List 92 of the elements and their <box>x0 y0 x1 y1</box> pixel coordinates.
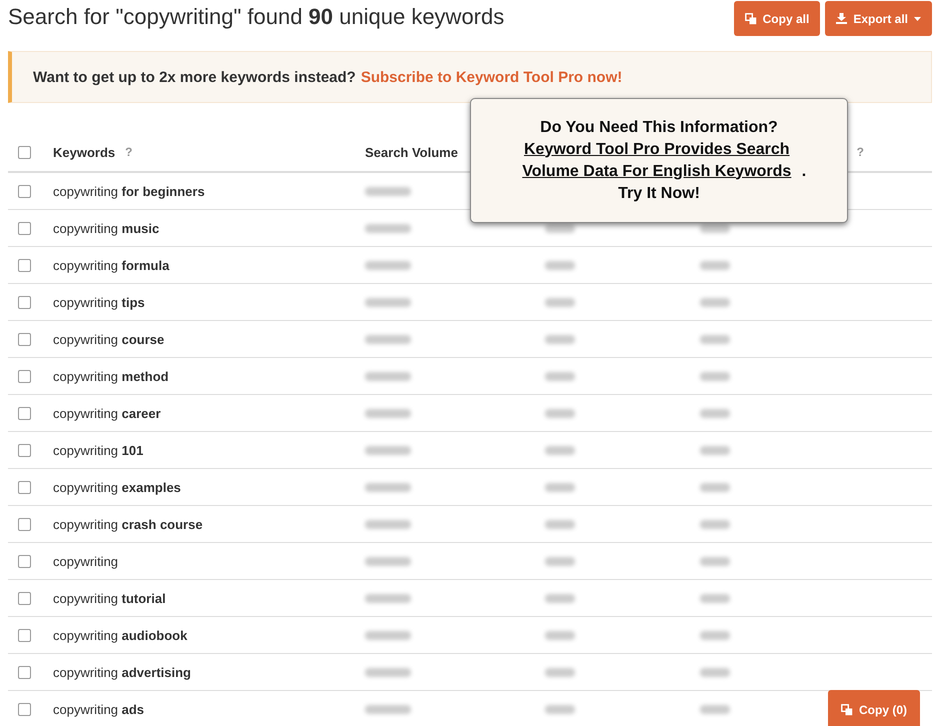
copy-icon <box>841 704 853 716</box>
blurred-value <box>365 298 411 306</box>
blurred-value <box>365 260 411 270</box>
checkbox[interactable] <box>18 628 31 642</box>
blurred-value <box>700 556 730 566</box>
blurred-value <box>545 408 575 418</box>
blurred-value <box>700 482 730 492</box>
export-button[interactable]: Export all <box>825 1 932 36</box>
popup-link[interactable]: Keyword Tool Pro Provides Search Volume Data For English Keywords <box>512 138 802 182</box>
blurred-value <box>700 372 730 380</box>
blurred-value <box>365 446 411 454</box>
keyword-cell-text: copywriting method <box>53 368 170 384</box>
blurred-value <box>700 668 730 676</box>
blurred-value <box>365 520 411 528</box>
copy-button[interactable]: Copy all <box>734 1 820 36</box>
caret-icon <box>914 16 921 20</box>
checkbox[interactable] <box>18 222 31 234</box>
keyword-cell-text: copywriting tutorial <box>53 590 167 606</box>
blurred-value <box>365 408 411 418</box>
keyword-cell-text: copywriting formula <box>53 258 170 272</box>
blurred-value <box>545 704 575 714</box>
column-header[interactable]: Search Volume <box>365 144 458 160</box>
column-header[interactable]: Keywords <box>53 144 116 160</box>
blurred-value <box>545 372 575 380</box>
keyword-cell-text: copywriting <box>53 554 120 568</box>
checkbox[interactable] <box>18 184 31 198</box>
checkbox[interactable] <box>18 370 31 382</box>
checkbox[interactable] <box>18 332 31 346</box>
blurred-value <box>545 298 575 306</box>
blurred-value <box>365 186 411 196</box>
blurred-value <box>545 520 575 528</box>
keyword-cell-text: copywriting ads <box>53 702 146 716</box>
blurred-value <box>545 482 575 492</box>
keyword-cell-text: copywriting audiobook <box>53 628 188 642</box>
checkbox[interactable] <box>18 518 31 530</box>
blurred-value <box>365 482 411 492</box>
keyword-cell-text: copywriting tips <box>53 294 146 310</box>
blurred-value <box>365 630 411 640</box>
help-mark[interactable]: ? <box>125 145 132 159</box>
keyword-cell-text: copywriting advertising <box>53 664 192 680</box>
checkbox[interactable] <box>18 666 31 678</box>
keyword-cell-text: copywriting course <box>53 332 166 346</box>
popup-period: . <box>802 162 806 180</box>
blurred-value <box>700 446 730 454</box>
checkbox[interactable] <box>18 592 31 604</box>
blurred-value <box>365 372 411 380</box>
checkbox[interactable] <box>18 258 31 272</box>
checkbox[interactable] <box>18 702 31 716</box>
blurred-value <box>365 668 411 676</box>
blurred-value <box>700 520 730 528</box>
blurred-value <box>365 334 411 344</box>
copy-icon <box>744 12 757 24</box>
blurred-value <box>700 408 730 418</box>
checkbox[interactable] <box>18 554 31 568</box>
blurred-value <box>700 224 730 232</box>
download-icon <box>836 13 848 24</box>
blurred-value <box>700 260 730 270</box>
keyword-cell-text: copywriting career <box>53 406 162 420</box>
copy-selected-button[interactable]: Copy (0) <box>828 690 920 726</box>
page-heading: Search for "copywriting" found 90 unique keywords <box>8 4 504 30</box>
keyword-cell-text: copywriting 101 <box>53 442 144 458</box>
blurred-value <box>545 556 575 566</box>
blurred-value <box>545 224 575 232</box>
promo-text: Want to get up to 2x more keywords instead? <box>33 68 356 86</box>
blurred-value <box>700 630 730 640</box>
keyword-cell-text: copywriting music <box>53 220 160 236</box>
blurred-value <box>365 556 411 566</box>
popup-title: Do You Need This Information? <box>540 118 778 138</box>
blurred-value <box>365 594 411 602</box>
blurred-value <box>545 446 575 454</box>
blurred-value <box>545 334 575 344</box>
blurred-value <box>545 594 575 602</box>
blurred-value <box>700 334 730 344</box>
checkbox[interactable] <box>18 146 31 158</box>
subscribe-link[interactable]: Subscribe to Keyword Tool Pro now! <box>360 68 622 86</box>
blurred-value <box>365 224 411 232</box>
blurred-value <box>700 594 730 602</box>
checkbox[interactable] <box>18 444 31 456</box>
blurred-value <box>545 260 575 270</box>
help-mark[interactable]: ? <box>856 145 864 159</box>
blurred-value <box>545 630 575 640</box>
checkbox[interactable] <box>18 296 31 308</box>
blurred-value <box>700 298 730 306</box>
checkbox[interactable] <box>18 480 31 494</box>
keyword-cell-text: copywriting examples <box>53 480 182 494</box>
checkbox[interactable] <box>18 406 31 420</box>
blurred-value <box>700 704 730 714</box>
blurred-value <box>365 704 411 714</box>
keyword-cell-text: copywriting for beginners <box>53 184 206 198</box>
keyword-cell-text: copywriting crash course <box>53 516 204 532</box>
popup-cta: Try It Now! <box>618 184 700 204</box>
blurred-value <box>545 668 575 676</box>
